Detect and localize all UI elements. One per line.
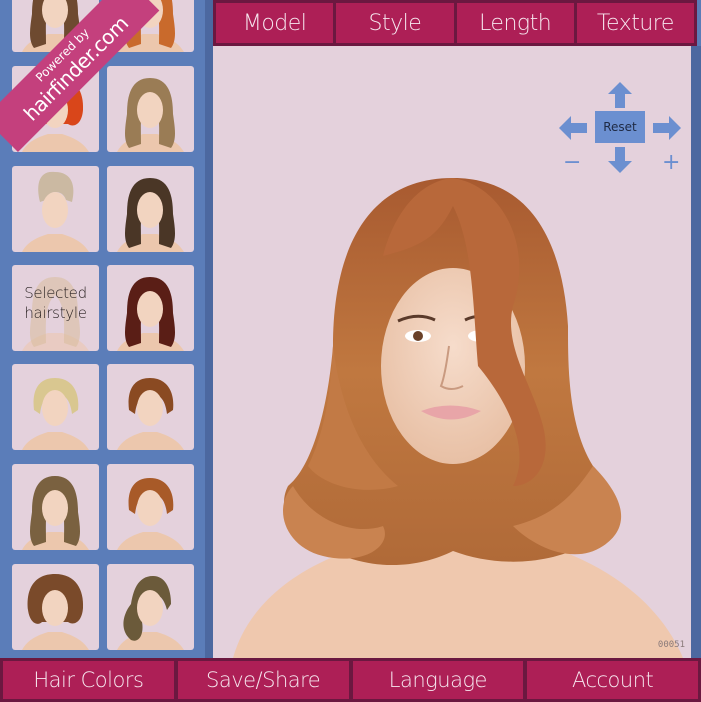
thumbnail-face [42,390,68,426]
preview-stage: Reset − + 00051 [213,46,691,658]
tab-style[interactable]: Style [336,3,454,43]
language-button[interactable]: Language [352,661,524,699]
hairstyle-thumbnail[interactable] [107,364,194,450]
thumbnail-face [42,490,68,526]
hairstyle-thumbnail[interactable] [107,66,194,152]
thumbnail-shoulders [117,532,184,550]
hairstyle-thumbnail[interactable] [107,564,194,650]
selected-hairstyle-label: Selected hairstyle [24,284,87,322]
hairstyle-thumbnail-image [117,78,184,152]
hairstyle-thumbnail[interactable] [12,166,99,252]
thumbnail-face [137,291,163,327]
sidebar-scroll-track[interactable] [205,0,213,658]
hairstyle-thumbnail-image [22,378,89,450]
hairstyle-thumbnail-image [117,576,184,650]
model-shoulders [233,536,683,658]
tab-length[interactable]: Length [456,3,574,43]
bottom-nav: Hair Colors Save/Share Language Account [0,658,701,702]
hairstyle-thumbnail[interactable] [12,464,99,550]
arrow-up-icon[interactable] [608,82,632,108]
hairstyle-thumbnail-image [22,476,89,550]
thumbnail-face [137,490,163,526]
save-share-button[interactable]: Save/Share [177,661,349,699]
thumbnail-shoulders [22,432,89,450]
hairstyle-thumbnail[interactable] [12,564,99,650]
thumbnail-face [137,390,163,426]
hairstyle-thumbnail-selected[interactable]: Selected hairstyle [12,265,99,351]
style-code: 00051 [657,640,685,650]
hairstyle-thumbnail-image [22,574,89,650]
right-frame-border [691,46,701,658]
zoom-out-button[interactable]: − [563,152,581,174]
hairstyle-thumbnail-image [22,171,89,252]
thumbnail-shoulders [117,432,184,450]
zoom-in-button[interactable]: + [662,152,680,174]
hairstyle-thumbnail-image [117,178,184,252]
arrow-left-icon[interactable] [559,116,587,140]
account-button[interactable]: Account [527,661,698,699]
thumbnail-face [42,590,68,626]
thumbnail-shoulders [22,632,89,650]
hairstyle-thumbnail-image [117,277,184,351]
top-nav: Model Style Length Texture [213,0,697,46]
thumbnail-face [137,92,163,128]
thumbnail-face [42,192,68,228]
hairstyle-thumbnail[interactable] [12,364,99,450]
thumbnail-shoulders [22,234,89,252]
hairstyle-thumbnail[interactable] [107,166,194,252]
hairstyle-sidebar[interactable]: Selected hairstyle Powered by hairfinder… [0,0,205,658]
hairstyle-thumbnail-image [117,378,184,450]
hairstyle-thumbnail-image [117,478,184,550]
tab-model[interactable]: Model [216,3,334,43]
tab-texture[interactable]: Texture [576,3,694,43]
reset-button[interactable]: Reset [595,111,645,143]
thumbnail-face [137,192,163,228]
hairstyle-thumbnail[interactable] [107,464,194,550]
arrow-down-icon[interactable] [608,147,632,173]
thumbnail-face [137,590,163,626]
hairstyle-thumbnail[interactable] [107,265,194,351]
hair-colors-button[interactable]: Hair Colors [3,661,174,699]
arrow-right-icon[interactable] [653,116,681,140]
